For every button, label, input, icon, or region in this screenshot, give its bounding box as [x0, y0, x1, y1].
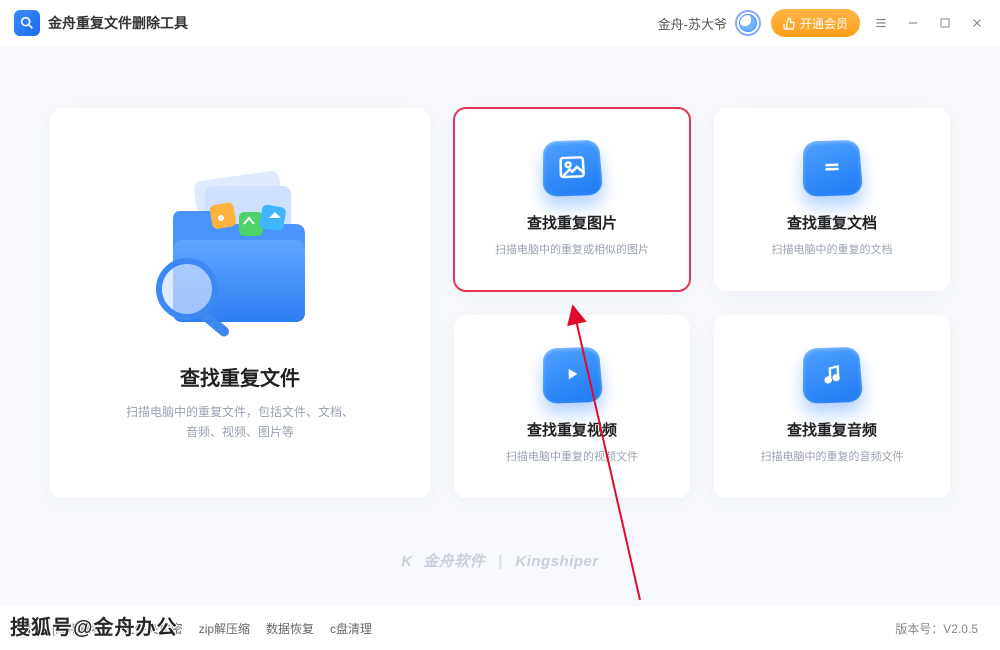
card-find-duplicate-images[interactable]: 查找重复图片 扫描电脑中的重复或相似的图片 — [454, 108, 690, 291]
maximize-button[interactable] — [936, 14, 954, 32]
card-subtitle: 扫描电脑中重复的视频文件 — [506, 448, 638, 464]
cards-grid: 查找重复图片 扫描电脑中的重复或相似的图片 查找重复文档 扫描电脑中的重复的文档… — [454, 108, 950, 498]
close-icon — [970, 16, 984, 30]
audio-icon — [803, 347, 864, 404]
version-label: 版本号：V2.0.5 — [895, 620, 978, 637]
content: 查找重复文件 扫描电脑中的重复文件，包括文件、文档、 音频、视频、图片等 查找重… — [0, 46, 1000, 586]
vip-button[interactable]: 开通会员 — [771, 9, 860, 37]
minimize-icon — [906, 16, 920, 30]
watermark: 搜狐号@金舟办公 — [10, 611, 178, 640]
maximize-icon — [939, 17, 951, 29]
video-icon — [543, 347, 604, 404]
close-button[interactable] — [968, 14, 986, 32]
main-card-subtitle: 扫描电脑中的重复文件，包括文件、文档、 音频、视频、图片等 — [126, 403, 354, 441]
card-find-duplicate-videos[interactable]: 查找重复视频 扫描电脑中重复的视频文件 — [454, 315, 690, 498]
footer-link-c-clean[interactable]: c盘清理 — [330, 620, 372, 637]
image-icon — [543, 140, 604, 197]
user-name[interactable]: 金舟-苏大爷 — [658, 14, 727, 33]
thumb-up-icon — [783, 17, 796, 30]
titlebar: 金舟重复文件删除工具 金舟-苏大爷 开通会员 — [0, 0, 1000, 46]
menu-icon — [874, 16, 888, 30]
footer-link-zip[interactable]: zip解压缩 — [199, 620, 250, 637]
main-card-find-duplicate-files[interactable]: 查找重复文件 扫描电脑中的重复文件，包括文件、文档、 音频、视频、图片等 — [50, 108, 430, 498]
avatar[interactable] — [735, 10, 761, 36]
card-find-duplicate-documents[interactable]: 查找重复文档 扫描电脑中的重复的文档 — [714, 108, 950, 291]
card-title: 查找重复视频 — [527, 419, 617, 440]
footer-link-data-recovery[interactable]: 数据恢复 — [266, 620, 314, 637]
doc-icon — [803, 140, 864, 197]
card-subtitle: 扫描电脑中的重复或相似的图片 — [495, 241, 649, 257]
window-controls — [872, 14, 986, 32]
brand-mark: K 金舟软件 | Kingshiper — [0, 550, 1000, 571]
card-title: 查找重复文档 — [787, 212, 877, 233]
card-title: 查找重复图片 — [527, 212, 617, 233]
app-logo — [14, 10, 40, 36]
folder-illustration — [135, 164, 345, 344]
vip-label: 开通会员 — [800, 15, 848, 32]
card-title: 查找重复音频 — [787, 419, 877, 440]
card-find-duplicate-audio[interactable]: 查找重复音频 扫描电脑中的重复的音频文件 — [714, 315, 950, 498]
card-subtitle: 扫描电脑中的重复的文档 — [772, 241, 893, 257]
brand-cn: 金舟软件 — [423, 553, 485, 570]
app-title: 金舟重复文件删除工具 — [48, 13, 188, 33]
minimize-button[interactable] — [904, 14, 922, 32]
menu-button[interactable] — [872, 14, 890, 32]
brand-en: Kingshiper — [515, 553, 598, 570]
card-subtitle: 扫描电脑中的重复的音频文件 — [761, 448, 904, 464]
main-card-title: 查找重复文件 — [180, 362, 300, 391]
